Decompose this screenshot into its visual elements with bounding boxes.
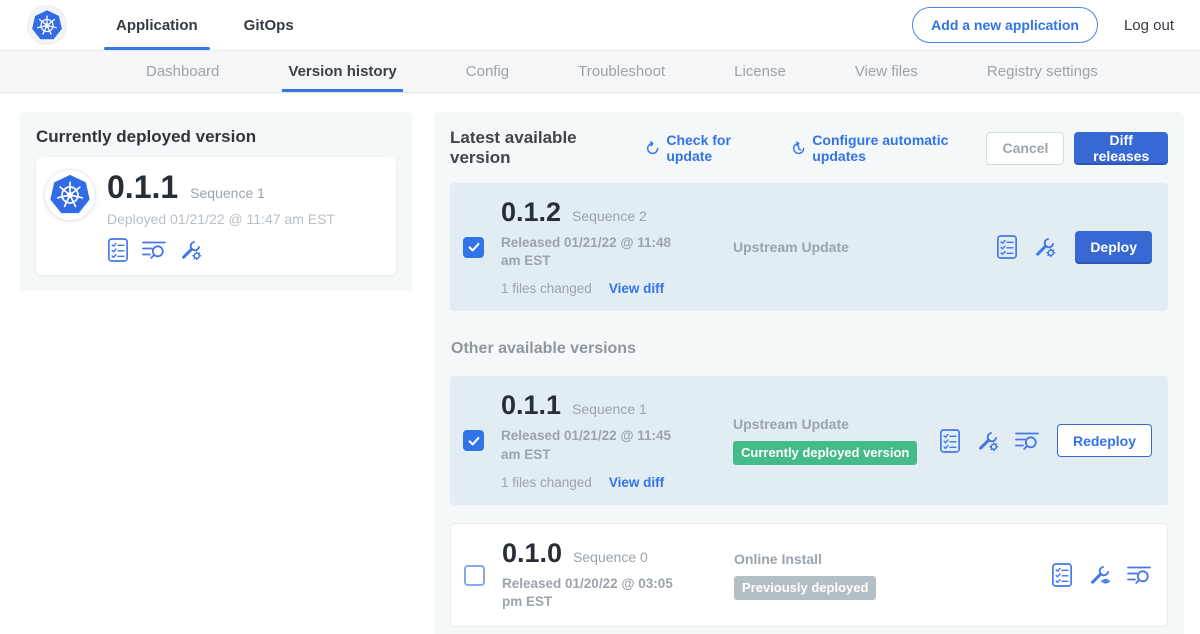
redeploy-button[interactable]: Redeploy (1057, 424, 1152, 457)
preflight-checks-icon[interactable] (1051, 563, 1073, 587)
currently-deployed-badge: Currently deployed version (733, 441, 917, 465)
version-source: Upstream Update Currently deployed versi… (733, 416, 939, 465)
tab-license[interactable]: License (728, 51, 792, 92)
deployed-version-card: 0.1.1 Sequence 1 Deployed 01/21/22 @ 11:… (36, 157, 396, 275)
latest-available-title: Latest available version (450, 128, 623, 168)
check-for-update-label: Check for update (666, 132, 769, 164)
edit-config-icon[interactable] (1033, 235, 1057, 259)
version-history-panel: Latest available version Check for updat… (434, 112, 1184, 634)
tab-application[interactable]: Application (102, 0, 212, 50)
tab-registry-settings[interactable]: Registry settings (981, 51, 1104, 92)
view-diff-link[interactable]: View diff (609, 475, 664, 490)
view-config-icon[interactable] (1088, 563, 1112, 587)
cancel-button[interactable]: Cancel (986, 132, 1064, 165)
version-number: 0.1.2 (501, 198, 561, 227)
version-actions (1051, 563, 1151, 587)
tab-config[interactable]: Config (460, 51, 515, 92)
version-row-0-1-1: 0.1.1 Sequence 1 Released 01/21/22 @ 11:… (450, 376, 1168, 504)
version-info: 0.1.0 Sequence 0 Released 01/20/22 @ 03:… (502, 539, 734, 611)
version-row-0-1-2: 0.1.2 Sequence 2 Released 01/21/22 @ 11:… (450, 183, 1168, 311)
version-actions: Deploy (996, 231, 1152, 264)
deployed-version-number: 0.1.1 (107, 170, 178, 204)
version-number: 0.1.1 (501, 391, 561, 420)
released-timestamp: Released 01/20/22 @ 03:05 pm EST (502, 575, 694, 611)
view-diff-link[interactable]: View diff (609, 281, 664, 296)
deploy-logs-icon[interactable] (1127, 563, 1151, 587)
configure-automatic-updates-label: Configure automatic updates (812, 132, 986, 164)
previously-deployed-badge: Previously deployed (734, 576, 876, 600)
version-checkbox[interactable] (463, 237, 484, 258)
refresh-icon (645, 140, 660, 157)
version-checkbox[interactable] (464, 565, 485, 586)
version-checkbox[interactable] (463, 430, 484, 451)
currently-deployed-title: Currently deployed version (36, 127, 396, 147)
deployed-timestamp: Deployed 01/21/22 @ 11:47 am EST (107, 211, 335, 227)
version-source: Online Install Previously deployed (734, 551, 1051, 600)
clock-refresh-icon (791, 140, 806, 157)
source-label: Upstream Update (733, 416, 939, 432)
version-history-header: Latest available version Check for updat… (450, 128, 1168, 168)
version-number: 0.1.0 (502, 539, 562, 568)
configure-automatic-updates-link[interactable]: Configure automatic updates (791, 132, 986, 164)
sequence-label: Sequence 0 (573, 549, 648, 565)
preflight-checks-icon[interactable] (996, 235, 1018, 259)
deploy-logs-icon[interactable] (142, 238, 166, 262)
top-nav-tabs: Application GitOps (102, 0, 308, 50)
source-label: Online Install (734, 551, 1051, 567)
released-timestamp: Released 01/21/22 @ 11:48 am EST (501, 234, 693, 270)
version-actions: Redeploy (939, 424, 1152, 457)
version-info: 0.1.1 Sequence 1 Released 01/21/22 @ 11:… (501, 391, 733, 489)
check-for-update-link[interactable]: Check for update (645, 132, 769, 164)
top-nav: Application GitOps Add a new application… (0, 0, 1200, 50)
version-source: Upstream Update (733, 239, 996, 255)
other-available-versions-heading: Other available versions (451, 340, 1168, 358)
deployed-version-details: 0.1.1 Sequence 1 Deployed 01/21/22 @ 11:… (107, 170, 335, 262)
tab-gitops[interactable]: GitOps (230, 0, 308, 50)
sequence-label: Sequence 1 (572, 401, 647, 417)
preflight-checks-icon[interactable] (107, 238, 129, 262)
version-info: 0.1.2 Sequence 2 Released 01/21/22 @ 11:… (501, 198, 733, 296)
deploy-button[interactable]: Deploy (1075, 231, 1152, 264)
add-new-application-button[interactable]: Add a new application (912, 7, 1098, 43)
diff-releases-button[interactable]: Diff releases (1074, 132, 1168, 165)
tab-dashboard[interactable]: Dashboard (140, 51, 225, 92)
top-nav-right: Add a new application Log out (912, 7, 1174, 43)
version-row-0-1-0: 0.1.0 Sequence 0 Released 01/20/22 @ 03:… (450, 523, 1168, 627)
source-label: Upstream Update (733, 239, 996, 255)
files-changed-label: 1 files changed (501, 281, 592, 296)
tab-version-history[interactable]: Version history (282, 51, 402, 92)
kubernetes-logo (28, 6, 66, 44)
app-sub-nav: Dashboard Version history Config Trouble… (0, 50, 1200, 93)
sequence-label: Sequence 2 (572, 208, 647, 224)
tab-view-files[interactable]: View files (849, 51, 924, 92)
files-changed-label: 1 files changed (501, 475, 592, 490)
edit-config-icon[interactable] (179, 238, 203, 262)
currently-deployed-panel: Currently deployed version 0.1.1 Sequenc… (20, 112, 412, 291)
app-icon (45, 170, 95, 220)
released-timestamp: Released 01/21/22 @ 11:45 am EST (501, 427, 693, 463)
deployed-sequence-label: Sequence 1 (190, 185, 265, 201)
tab-troubleshoot[interactable]: Troubleshoot (572, 51, 671, 92)
preflight-checks-icon[interactable] (939, 429, 961, 453)
logout-button[interactable]: Log out (1124, 17, 1174, 34)
edit-config-icon[interactable] (976, 429, 1000, 453)
main-content: Currently deployed version 0.1.1 Sequenc… (0, 93, 1200, 634)
deploy-logs-icon[interactable] (1015, 429, 1039, 453)
